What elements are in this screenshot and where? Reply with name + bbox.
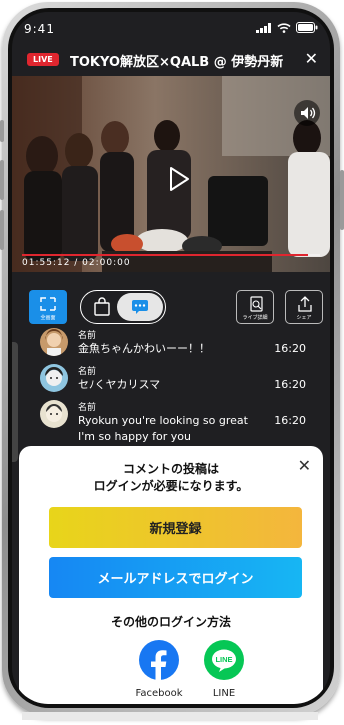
line-icon: LINE [204, 640, 244, 680]
player-toolbar: 全画面 ライブ詳細 シェア [12, 286, 330, 330]
status-time: 9:41 [24, 22, 55, 36]
fullscreen-icon [40, 297, 56, 311]
comment-text: Ryokun you're looking so great I'm so ha… [78, 413, 248, 445]
live-detail-icon [250, 296, 263, 312]
comment-text-line: I'm so happy for you [78, 430, 191, 443]
chat-icon[interactable] [131, 299, 149, 315]
play-icon[interactable] [168, 166, 190, 192]
share-button[interactable]: シェア [285, 290, 323, 324]
live-detail-label: ライブ詳細 [242, 315, 268, 321]
comment-scrollbar[interactable] [12, 342, 18, 462]
video-progress-fill [22, 254, 309, 256]
video-progress-bar[interactable] [22, 254, 320, 256]
avatar [40, 328, 68, 356]
toggle-knob [117, 293, 163, 321]
comment-author: 名前 [78, 331, 97, 341]
avatar [40, 364, 68, 392]
facebook-login[interactable]: Facebook [129, 640, 189, 699]
comment-time: 16:20 [274, 342, 306, 355]
avatar [40, 400, 68, 428]
close-icon[interactable]: ✕ [305, 49, 318, 68]
close-icon[interactable]: ✕ [298, 456, 311, 475]
volume-button[interactable] [294, 100, 320, 126]
login-sheet: コメントの投稿は ログインが必要になります。 ✕ 新規登録 メールアドレスでログ… [19, 446, 323, 704]
comment-item: 名前 Ryokun you're looking so great I'm so… [40, 400, 322, 445]
login-message-line: ログインが必要になります。 [93, 479, 249, 493]
comment-author: 名前 [78, 367, 97, 377]
status-bar: 9:41 [12, 12, 330, 46]
side-button-mute [0, 120, 4, 142]
other-login-title: その他のログイン方法 [110, 615, 231, 629]
email-login-button[interactable]: メールアドレスでログイン [49, 557, 302, 598]
live-header: LIVE TOKYO解放区×QALB @ 伊勢丹新 ✕ [12, 48, 330, 74]
comment-text-line: Ryokun you're looking so great [78, 414, 248, 427]
comment-text: セﾉくヤカリスマ [78, 378, 161, 391]
phone-shadow-base [22, 712, 318, 720]
share-label: シェア [296, 315, 312, 321]
view-mode-toggle[interactable] [80, 290, 166, 324]
side-button-power [340, 170, 344, 230]
line-label: LINE [212, 688, 236, 699]
video-timestamp: 01:55:12 / 02:00:00 [22, 258, 131, 268]
bag-icon[interactable] [93, 297, 111, 317]
side-button-volume-down [0, 210, 4, 250]
wifi-icon [277, 22, 291, 33]
status-icons [256, 22, 318, 33]
stream-title: TOKYO解放区×QALB @ 伊勢丹新 [70, 55, 284, 70]
fullscreen-button[interactable]: 全画面 [29, 290, 67, 324]
facebook-label: Facebook [135, 688, 183, 699]
login-message-line: コメントの投稿は [122, 462, 219, 476]
battery-icon [296, 22, 318, 33]
side-button-volume-up [0, 160, 4, 200]
comment-author: 名前 [78, 403, 97, 413]
live-badge: LIVE [27, 53, 59, 66]
fullscreen-label: 全画面 [40, 315, 56, 321]
facebook-icon [139, 640, 179, 680]
volume-icon [301, 107, 316, 119]
signal-icon [256, 22, 271, 33]
login-required-message: コメントの投稿は ログインが必要になります。 [19, 461, 323, 495]
live-detail-button[interactable]: ライブ詳細 [236, 290, 274, 324]
comment-text: 金魚ちゃんかわいーー！！ [78, 342, 210, 355]
app-screen: 9:41 LIVE TOKYO解放区×QALB @ 伊勢丹新 ✕ 01:55:1… [12, 12, 330, 704]
line-logo-text: LINE [215, 655, 232, 664]
comment-time: 16:20 [274, 414, 306, 427]
share-icon [298, 296, 312, 312]
comment-time: 16:20 [274, 378, 306, 391]
register-button[interactable]: 新規登録 [49, 507, 302, 548]
line-login[interactable]: LINE LINE [194, 640, 254, 699]
